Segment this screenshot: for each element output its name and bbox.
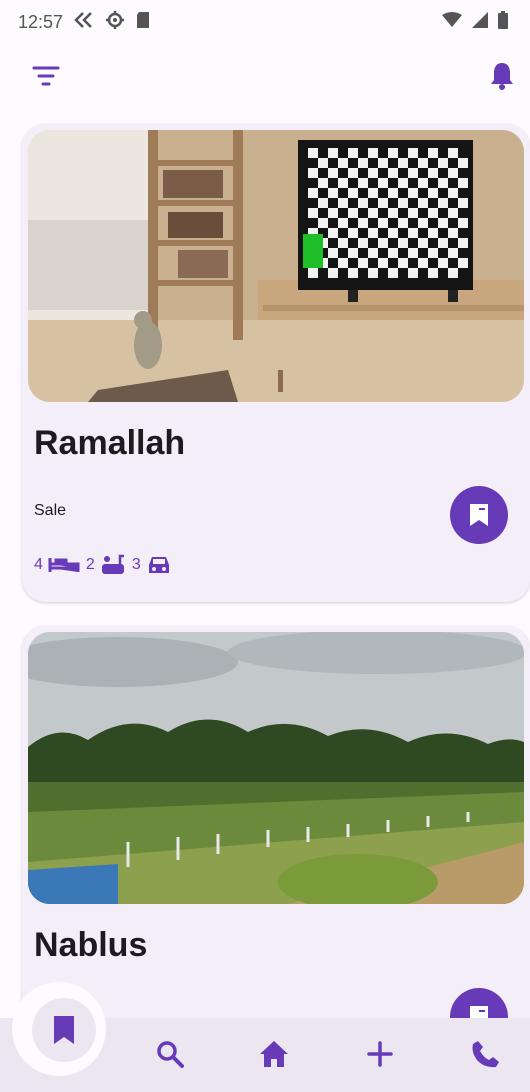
bottom-navigation <box>0 992 530 1092</box>
status-right <box>442 10 508 34</box>
bookmark-icon <box>470 504 488 526</box>
bedrooms-count: 4 <box>34 556 43 573</box>
bookmark-button[interactable] <box>450 988 508 1020</box>
bookmarks-icon <box>54 1016 74 1044</box>
app-bar <box>0 52 530 102</box>
listing-features: 4 2 3 <box>34 554 172 576</box>
listing-type: Sale <box>34 502 67 519</box>
nav-add[interactable] <box>358 1032 402 1076</box>
nav-search[interactable] <box>148 1032 192 1076</box>
listing-title: Nablus <box>34 926 148 964</box>
listing-feed[interactable]: Ramallah Sale 4 2 3 Nablus <box>0 120 530 1020</box>
home-icon <box>260 1041 288 1067</box>
sd-card-icon <box>135 11 151 34</box>
battery-icon <box>498 10 508 34</box>
bookmark-button[interactable] <box>450 486 508 544</box>
bathrooms-count: 2 <box>85 556 95 573</box>
bathtub-icon <box>101 554 124 574</box>
wifi-icon <box>442 11 462 33</box>
phone-icon <box>472 1041 499 1068</box>
parking: 3 <box>132 554 172 576</box>
car-icon <box>148 557 169 573</box>
status-time: 12:57 <box>18 11 64 32</box>
interior-room-with-tv-icon[interactable] <box>28 130 524 402</box>
bedrooms: 4 <box>34 556 80 574</box>
farmland-landscape-icon[interactable] <box>28 632 524 904</box>
nav-home[interactable] <box>252 1032 296 1076</box>
back-arrows-icon <box>73 11 95 34</box>
listing-card[interactable]: Nablus S <box>22 626 530 1020</box>
bathrooms: 2 <box>86 554 126 576</box>
status-left: 12:57 <box>18 10 151 35</box>
listing-card[interactable]: Ramallah Sale 4 2 3 <box>22 124 530 602</box>
add-icon <box>367 1041 393 1067</box>
settings-icon <box>105 10 125 35</box>
nav-bookmarks[interactable] <box>32 998 96 1062</box>
listing-title: Ramallah <box>34 424 186 462</box>
status-bar: 12:57 <box>0 0 530 44</box>
search-icon <box>157 1041 184 1068</box>
bed-icon <box>48 558 80 572</box>
filter-icon[interactable] <box>26 56 66 96</box>
parking-count: 3 <box>131 556 141 573</box>
bell-icon[interactable] <box>482 56 522 96</box>
nav-phone[interactable] <box>464 1032 508 1076</box>
signal-icon <box>472 11 488 33</box>
